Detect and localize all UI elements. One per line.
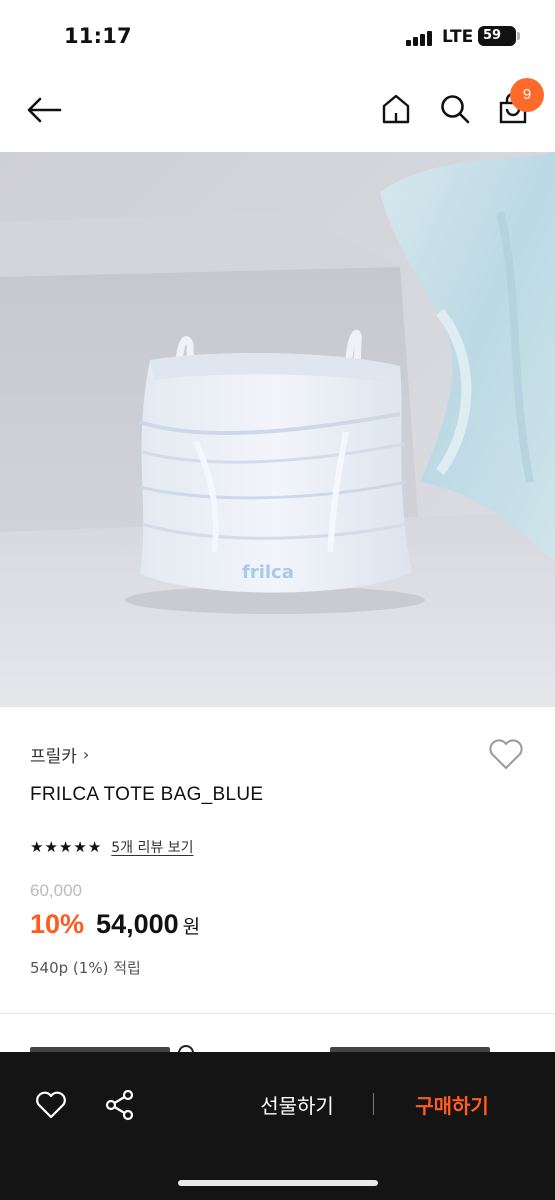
search-icon [441, 95, 470, 124]
star-icon: ★ [44, 838, 58, 856]
star-icon: ★ [58, 838, 73, 856]
cart-count-badge: 9 [510, 78, 544, 112]
battery-icon: 59 [478, 26, 520, 46]
network-label: LTE [442, 27, 474, 47]
search-button[interactable] [435, 89, 475, 129]
rating-stars: ★ ★ ★ ★ ★ [30, 839, 101, 855]
battery-level: 59 [483, 28, 502, 43]
bottom-action-bar: 선물하기 구매하기 [0, 1052, 555, 1200]
product-image[interactable]: frilca [0, 152, 555, 707]
product-photo: frilca [0, 152, 555, 707]
product-title: FRILCA TOTE BAG_BLUE [30, 784, 264, 805]
home-icon [382, 94, 410, 124]
back-arrow-icon [27, 97, 62, 123]
currency-unit: 원 [182, 916, 201, 938]
price-row: 10% 54,000 원 [30, 909, 200, 940]
star-icon: ★ [30, 838, 44, 856]
rating-row: ★ ★ ★ ★ ★ 5개 리뷰 보기 [30, 837, 193, 857]
reward-points: 540p (1%) 적립 [30, 959, 141, 977]
heart-outline-icon [489, 739, 523, 769]
bag-logo-text: frilca [242, 562, 294, 583]
home-button[interactable] [376, 89, 416, 129]
share-button[interactable] [100, 1085, 140, 1125]
bottom-bar-separator [373, 1093, 374, 1115]
home-indicator[interactable] [178, 1180, 378, 1186]
status-time: 11:17 [64, 24, 132, 48]
original-price: 60,000 [30, 881, 82, 900]
discount-rate: 10% [30, 909, 85, 939]
star-icon: ★ [87, 838, 102, 856]
wishlist-button[interactable] [486, 736, 526, 772]
reviews-link[interactable]: 5개 리뷰 보기 [111, 837, 193, 857]
buy-button[interactable]: 구매하기 [392, 1086, 512, 1126]
brand-name: 프릴카 [30, 747, 77, 767]
back-button[interactable] [22, 90, 66, 130]
brand-link[interactable]: 프릴카 › [30, 742, 89, 767]
share-icon [105, 1089, 134, 1121]
signal-icon [406, 30, 436, 46]
chevron-right-icon: › [82, 745, 90, 764]
status-bar: 11:17 LTE 59 [0, 0, 555, 72]
bottom-wishlist-button[interactable] [30, 1085, 72, 1125]
heart-outline-icon [36, 1091, 66, 1119]
sale-price: 54,000 [96, 909, 179, 939]
section-divider [0, 1013, 555, 1014]
top-nav [0, 72, 555, 152]
star-icon: ★ [73, 838, 87, 856]
gift-button[interactable]: 선물하기 [238, 1086, 356, 1126]
